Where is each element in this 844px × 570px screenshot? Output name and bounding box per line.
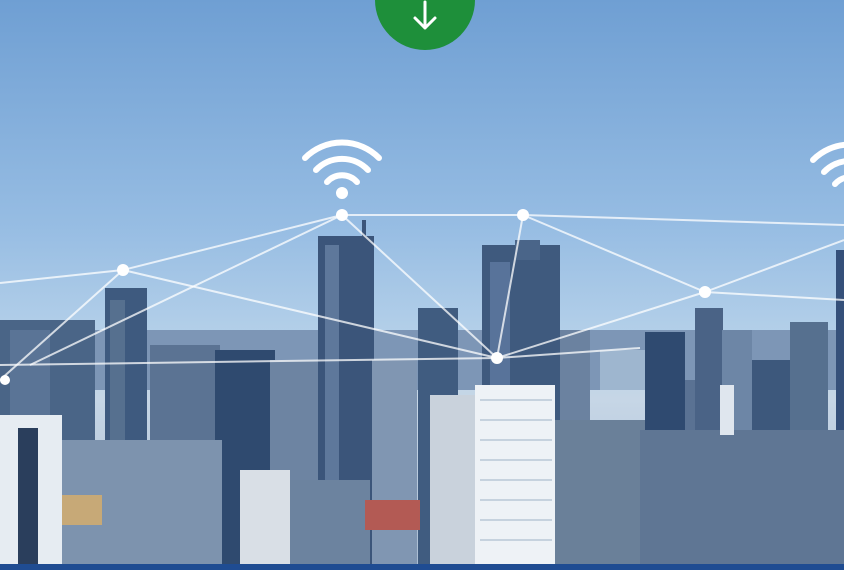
wifi-signal-icon [302, 139, 382, 199]
network-node [517, 209, 529, 221]
wifi-signal-icon [810, 141, 844, 187]
download-arrow-icon [413, 0, 437, 30]
network-node [0, 375, 10, 385]
network-node [699, 286, 711, 298]
bottom-accent-bar [0, 564, 844, 570]
city-skyline [0, 139, 844, 570]
hero-image [0, 0, 844, 570]
network-node [491, 352, 503, 364]
network-node [117, 264, 129, 276]
network-node [336, 209, 348, 221]
